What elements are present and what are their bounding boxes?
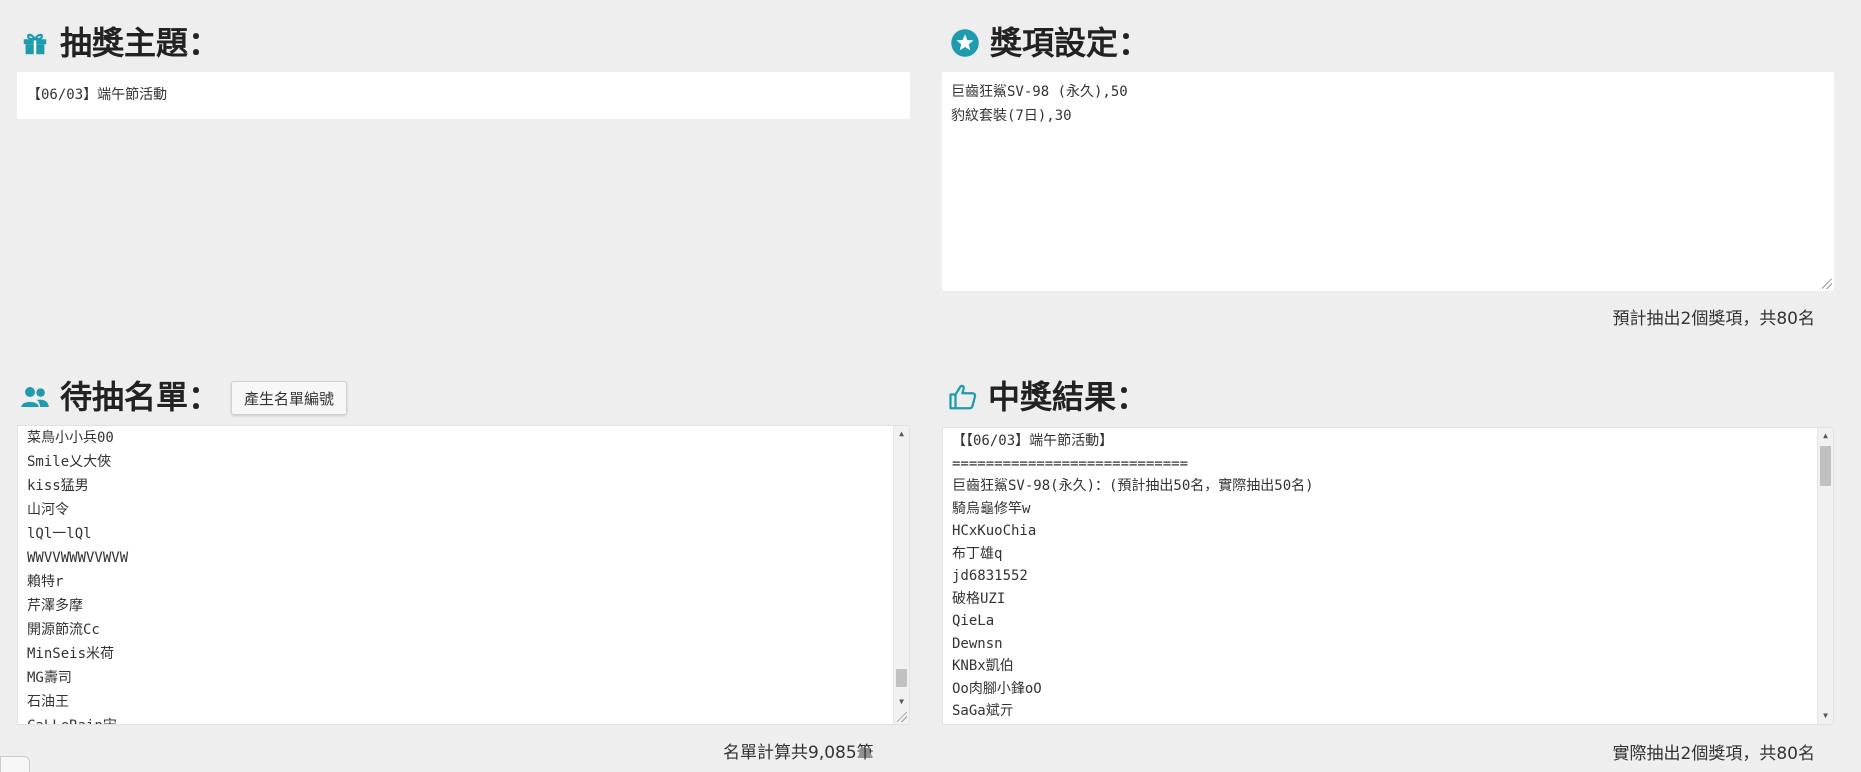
participant-line: 菜鳥小小兵00	[27, 430, 114, 446]
prizes-summary: 預計抽出2個獎項，共80名	[1612, 309, 1815, 329]
participant-line: Smile乂大俠	[27, 454, 112, 470]
result-line: ============================	[952, 455, 1189, 472]
result-line: 布丁雄q	[952, 545, 1003, 562]
results-heading-text: 中獎結果：	[988, 378, 1149, 416]
generate-list-number-button[interactable]: 產生名單編號	[231, 381, 348, 415]
prize-line: 巨齒狂鯊SV-98 (永久),50	[951, 84, 1128, 100]
scroll-down-arrow-icon[interactable]: ▼	[894, 694, 909, 710]
scroll-down-arrow-icon[interactable]: ▼	[1818, 708, 1833, 724]
gift-icon	[20, 28, 50, 58]
scroll-up-arrow-icon[interactable]: ▲	[894, 426, 909, 442]
users-icon	[20, 382, 50, 412]
star-circle-icon	[950, 28, 980, 58]
scroll-up-arrow-icon[interactable]: ▲	[1818, 428, 1833, 444]
results-scrollbar[interactable]: ▲ ▼	[1817, 428, 1833, 724]
prize-line: 豹紋套裝(7日),30	[951, 108, 1072, 124]
participant-line: MG壽司	[27, 670, 72, 686]
participant-line: 石油王	[27, 694, 69, 710]
result-line: 破格UZI	[952, 590, 1006, 607]
participant-line: MinSeis米荷	[27, 646, 115, 662]
result-line: QieLa	[952, 613, 995, 629]
prizes-heading-text: 獎項設定：	[990, 24, 1151, 62]
participants-heading-text: 待抽名單：	[60, 378, 221, 416]
result-line: 【【06/03】端午節活動】	[952, 433, 1114, 449]
participant-line: 開源節流Cc	[27, 622, 100, 638]
corner-tab[interactable]	[0, 756, 30, 772]
result-line: HCxKuoChia	[952, 523, 1037, 539]
result-line: jd6831552	[952, 568, 1028, 584]
prizes-heading: 獎項設定：	[950, 27, 1150, 59]
scroll-thumb[interactable]	[896, 669, 907, 687]
results-textarea[interactable]: 【【06/03】端午節活動】 =========================…	[942, 427, 1834, 725]
participant-line: 芹澤多摩	[27, 598, 83, 614]
participant-line: 山河令	[27, 502, 69, 518]
results-heading: 中獎結果：	[948, 381, 1148, 413]
participants-summary: 名單計算共9,085筆	[723, 743, 874, 763]
participant-line: WWVVWWWVVWVW	[27, 550, 129, 566]
participant-line: lQl一lQl	[27, 526, 92, 542]
theme-input[interactable]: 【06/03】端午節活動	[17, 72, 910, 119]
thumbs-up-icon	[948, 382, 978, 412]
theme-input-value: 【06/03】端午節活動	[27, 87, 168, 103]
prizes-textarea[interactable]: 巨齒狂鯊SV-98 (永久),50 豹紋套裝(7日),30	[942, 72, 1834, 291]
participant-line: CaLLeRain宋	[27, 714, 128, 724]
result-line: SaGa斌亓	[952, 703, 1014, 719]
scroll-thumb[interactable]	[1820, 446, 1831, 486]
participants-scrollbar[interactable]: ▲ ▼	[893, 426, 909, 724]
resize-grip[interactable]	[897, 712, 907, 722]
lottery-page: 抽獎主題： 【06/03】端午節活動 獎項設定： 巨齒狂鯊SV-98 (永久),…	[0, 0, 1861, 772]
participant-line: kiss猛男	[27, 478, 89, 494]
result-line: Dewnsn	[952, 635, 1003, 652]
results-summary: 實際抽出2個獎項，共80名	[1612, 744, 1815, 764]
theme-heading: 抽獎主題：	[20, 27, 220, 59]
result-line: Oo肉腳小鋒oO	[952, 680, 1042, 697]
result-line: 巨齒狂鯊SV-98(永久)：(預計抽出50名，實際抽出50名)	[952, 478, 1314, 494]
participants-heading: 待抽名單：	[20, 381, 220, 413]
result-line: KNBx凱伯	[952, 658, 1014, 674]
theme-heading-text: 抽獎主題：	[60, 24, 221, 62]
result-line: 騎烏龜修竿w	[952, 500, 1031, 517]
participant-line: 賴特r	[27, 574, 64, 590]
resize-grip[interactable]	[1822, 279, 1832, 289]
participants-textarea[interactable]: 菜鳥小小兵00 Smile乂大俠 kiss猛男 山河令 lQl一lQl WWVV…	[17, 425, 910, 725]
